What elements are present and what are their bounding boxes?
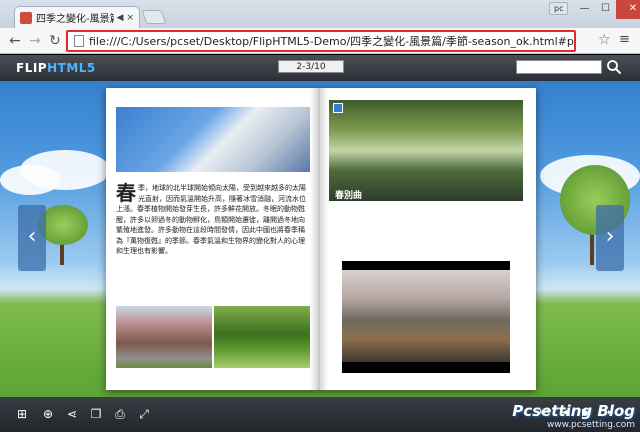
last-page-icon[interactable]: ⏭ bbox=[604, 407, 613, 418]
cherry-blossom-photo bbox=[116, 107, 310, 172]
fliphtml5-logo: FLIPHTML5 bbox=[16, 61, 96, 75]
photo-caption-title: 春別曲 bbox=[335, 191, 363, 201]
park-lawn-photo bbox=[214, 306, 310, 368]
maximize-button[interactable]: ☐ bbox=[595, 0, 616, 19]
share-icon[interactable]: ⋖ bbox=[64, 407, 80, 421]
spring-paragraph: 季，地球的北半球開始傾向太陽，受到越來越多的太陽光直射，因而氣溫開始升高，隨著冰… bbox=[116, 184, 306, 255]
browser-titlebar: 四季之變化-風景篇 ◀ × pc — ☐ ✕ bbox=[0, 0, 640, 28]
prev-page-icon[interactable]: ◀ bbox=[562, 407, 570, 418]
tab-audio-icon[interactable]: ◀ bbox=[117, 13, 124, 23]
viewer-bottom-toolbar: ⊞ ⊕ ⋖ ❐ ⎙ ⤢ Pcsetting Blog www.pcsetting… bbox=[0, 397, 640, 432]
embedded-video-frame[interactable] bbox=[342, 261, 510, 373]
book-spread[interactable]: 春季，地球的北半球開始傾向太陽，受到越來越多的太陽光直射，因而氣溫開始升高，隨著… bbox=[106, 88, 536, 390]
address-bar[interactable]: file:///C:/Users/pcset/Desktop/FlipHTML5… bbox=[66, 30, 576, 52]
next-page-icon[interactable]: ▶ bbox=[582, 407, 590, 418]
profile-badge[interactable]: pc bbox=[549, 2, 569, 15]
tab-close-button[interactable]: × bbox=[126, 13, 134, 23]
watermark-url: www.pcsetting.com bbox=[546, 420, 635, 430]
search-icon[interactable] bbox=[606, 59, 622, 75]
new-tab-button[interactable] bbox=[141, 10, 167, 24]
minimize-button[interactable]: — bbox=[574, 0, 595, 19]
video-badge-icon[interactable] bbox=[333, 103, 343, 113]
back-button[interactable]: ← bbox=[6, 32, 24, 50]
zoom-icon[interactable]: ⊕ bbox=[40, 407, 56, 421]
logo-flip-text: FLIP bbox=[16, 61, 48, 75]
chrome-menu-button[interactable]: ≡ bbox=[619, 32, 630, 47]
window-icon[interactable]: ❐ bbox=[88, 407, 104, 421]
book-gutter bbox=[310, 88, 328, 390]
bookmark-star-icon[interactable]: ☆ bbox=[598, 32, 611, 48]
photo-caption-author: 作者：黃霖 bbox=[335, 203, 366, 210]
page-icon bbox=[74, 35, 84, 47]
url-text: file:///C:/Users/pcset/Desktop/FlipHTML5… bbox=[89, 35, 574, 48]
search-input[interactable] bbox=[516, 60, 602, 74]
first-page-icon[interactable]: ⏮ bbox=[540, 407, 549, 418]
browser-tab[interactable]: 四季之變化-風景篇 ◀ × bbox=[14, 6, 140, 28]
next-page-arrow[interactable]: › bbox=[596, 205, 624, 271]
dropcap: 春 bbox=[116, 181, 136, 205]
print-icon[interactable]: ⎙ bbox=[112, 407, 128, 421]
page-favicon-icon bbox=[20, 11, 32, 24]
viewer-topbar: FLIPHTML5 2-3/10 bbox=[0, 55, 640, 81]
willow-lake-photo bbox=[329, 100, 523, 201]
background-cloud bbox=[0, 165, 60, 195]
left-page-text: 春季，地球的北半球開始傾向太陽，受到越來越多的太陽光直射，因而氣溫開始升高，隨著… bbox=[116, 183, 310, 257]
close-window-button[interactable]: ✕ bbox=[616, 0, 640, 19]
page-number-input[interactable]: 2-3/10 bbox=[278, 60, 344, 73]
logo-html5-text: HTML5 bbox=[47, 61, 96, 75]
thumbnails-icon[interactable]: ⊞ bbox=[14, 407, 30, 421]
tab-title: 四季之變化-風景篇 bbox=[36, 14, 114, 25]
flipbook-viewer: FLIPHTML5 2-3/10 ‹ › 春季，地球的北半球開始傾向太陽，受到越… bbox=[0, 55, 640, 432]
fullscreen-icon[interactable]: ⤢ bbox=[136, 407, 152, 421]
reload-button[interactable]: ↻ bbox=[46, 32, 64, 50]
blossom-path-photo bbox=[116, 306, 212, 368]
bridge-blossom-photo bbox=[342, 270, 510, 362]
forward-button[interactable]: → bbox=[26, 32, 44, 50]
window-controls: — ☐ ✕ bbox=[574, 0, 640, 19]
browser-toolbar: ← → ↻ file:///C:/Users/pcset/Desktop/Fli… bbox=[0, 28, 640, 54]
previous-page-arrow[interactable]: ‹ bbox=[18, 205, 46, 271]
